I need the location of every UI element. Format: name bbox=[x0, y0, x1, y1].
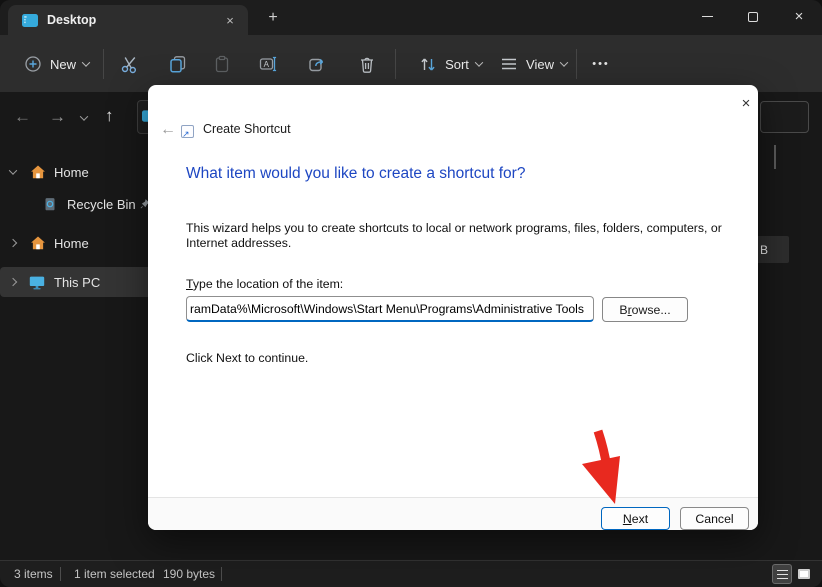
description-line1: This wizard helps you to create shortcut… bbox=[186, 221, 722, 235]
browse-button[interactable]: Br owse... bbox=[602, 297, 688, 322]
mnemonic: N bbox=[622, 511, 632, 526]
see-more-button[interactable]: ••• bbox=[585, 46, 617, 82]
minimize-icon bbox=[701, 16, 713, 17]
description-line2: Internet addresses. bbox=[186, 236, 292, 250]
shortcut-arrow-glyph: ↗ bbox=[182, 129, 190, 139]
dialog-heading: What item would you like to create a sho… bbox=[186, 165, 526, 182]
chevron-down-icon bbox=[559, 58, 569, 67]
maximize-button[interactable] bbox=[730, 0, 776, 33]
dialog-hint: Click Next to continue. bbox=[186, 351, 309, 365]
sort-arrows-icon bbox=[421, 58, 435, 71]
dialog-footer: Next Cancel bbox=[148, 497, 758, 530]
sidebar-item-label: This PC bbox=[54, 274, 101, 290]
sidebar-item-label: Recycle Bin bbox=[67, 196, 136, 212]
sidebar-item-home-2[interactable]: Home bbox=[0, 228, 152, 258]
tab-close-button[interactable]: × bbox=[220, 11, 240, 29]
status-divider bbox=[221, 567, 222, 581]
sidebar-item-home[interactable]: Home bbox=[0, 157, 152, 187]
view-button[interactable]: View bbox=[492, 46, 574, 82]
sort-button-label: Sort bbox=[445, 56, 469, 72]
recent-locations-chevron[interactable] bbox=[79, 112, 89, 121]
details-view-icon bbox=[776, 569, 788, 579]
sidebar-item-label: Home bbox=[54, 235, 89, 251]
chevron-right-icon bbox=[8, 277, 18, 287]
new-button-label: New bbox=[49, 56, 76, 72]
selection-status: 1 item selected bbox=[74, 567, 155, 581]
title-bar: Desktop × + × bbox=[0, 0, 822, 35]
close-button[interactable]: × bbox=[776, 0, 822, 33]
label-text: ype the location of the item: bbox=[192, 277, 344, 291]
sidebar-item-this-pc[interactable]: This PC bbox=[0, 267, 152, 297]
back-nav-button[interactable]: ← bbox=[14, 107, 31, 127]
browse-label-rest: owse... bbox=[631, 302, 671, 317]
command-toolbar: New A Sort View ••• bbox=[0, 35, 822, 92]
create-shortcut-dialog: × ← ↗ Create Shortcut What item would yo… bbox=[148, 85, 758, 530]
cut-button[interactable] bbox=[112, 46, 148, 82]
new-plus-icon bbox=[25, 56, 41, 72]
copy-button[interactable] bbox=[160, 46, 196, 82]
next-button[interactable]: Next bbox=[601, 507, 670, 530]
up-nav-button[interactable]: ↑ bbox=[105, 106, 114, 126]
explorer-window: Desktop × + × New A Sort View ••• ← → ↑ … bbox=[0, 0, 822, 587]
location-input[interactable] bbox=[186, 296, 594, 322]
this-pc-icon bbox=[29, 276, 45, 290]
tab-desktop[interactable]: Desktop × bbox=[8, 5, 248, 35]
cut-icon bbox=[121, 57, 137, 74]
paste-button[interactable] bbox=[204, 46, 240, 82]
view-button-label: View bbox=[526, 56, 554, 72]
tab-title: Desktop bbox=[47, 13, 97, 27]
chevron-down-icon bbox=[81, 58, 91, 67]
mnemonic: T bbox=[186, 277, 193, 291]
next-label-rest: ext bbox=[631, 511, 649, 526]
status-bar: 3 items 1 item selected 190 bytes bbox=[0, 560, 822, 587]
search-box-fragment[interactable] bbox=[760, 101, 809, 133]
details-view-toggle[interactable] bbox=[772, 564, 792, 584]
toolbar-divider bbox=[576, 49, 577, 79]
more-ellipsis-icon: ••• bbox=[592, 58, 610, 70]
dialog-back-button[interactable]: ← bbox=[160, 121, 176, 139]
new-tab-button[interactable]: + bbox=[260, 6, 286, 30]
selection-size: 190 bytes bbox=[163, 567, 216, 581]
delete-icon bbox=[361, 57, 373, 73]
status-divider bbox=[60, 567, 61, 581]
scrollbar-fragment[interactable] bbox=[774, 145, 776, 169]
item-count: 3 items bbox=[14, 567, 53, 581]
large-icons-view-toggle[interactable] bbox=[794, 564, 814, 584]
sidebar-item-label: Home bbox=[54, 164, 89, 180]
delete-button[interactable] bbox=[349, 46, 385, 82]
rename-button[interactable]: A bbox=[250, 46, 286, 82]
share-button[interactable] bbox=[299, 46, 335, 82]
svg-text:A: A bbox=[264, 60, 270, 69]
chevron-right-icon bbox=[8, 238, 18, 248]
cancel-button[interactable]: Cancel bbox=[680, 507, 749, 530]
home-icon bbox=[31, 236, 45, 250]
shortcut-icon: ↗ bbox=[181, 125, 194, 139]
dialog-title: Create Shortcut bbox=[203, 122, 291, 136]
new-button[interactable]: New bbox=[14, 46, 98, 82]
browse-label-pre: B bbox=[619, 302, 628, 317]
view-lines-icon bbox=[502, 58, 517, 70]
forward-nav-button[interactable]: → bbox=[49, 107, 66, 127]
sidebar-item-recycle-bin[interactable]: Recycle Bin bbox=[0, 189, 152, 219]
file-size-fragment-text: B bbox=[760, 242, 769, 257]
chevron-down-icon bbox=[474, 58, 484, 67]
recycle-bin-icon bbox=[45, 198, 55, 211]
toolbar-divider bbox=[395, 49, 396, 79]
chevron-down-icon bbox=[8, 166, 18, 175]
desktop-icon bbox=[22, 13, 38, 27]
location-label: Type the location of the item: bbox=[186, 277, 343, 292]
paste-icon bbox=[215, 55, 229, 73]
dialog-description: This wizard helps you to create shortcut… bbox=[186, 221, 751, 251]
rename-icon: A bbox=[259, 56, 277, 72]
toolbar-divider bbox=[103, 49, 104, 79]
minimize-button[interactable] bbox=[684, 0, 730, 33]
copy-icon bbox=[170, 56, 186, 73]
home-icon bbox=[31, 165, 45, 179]
sort-button[interactable]: Sort bbox=[410, 46, 490, 82]
maximize-icon bbox=[748, 11, 758, 22]
large-icons-view-icon bbox=[798, 569, 810, 579]
share-icon bbox=[309, 58, 324, 72]
dialog-close-button[interactable]: × bbox=[734, 91, 758, 115]
